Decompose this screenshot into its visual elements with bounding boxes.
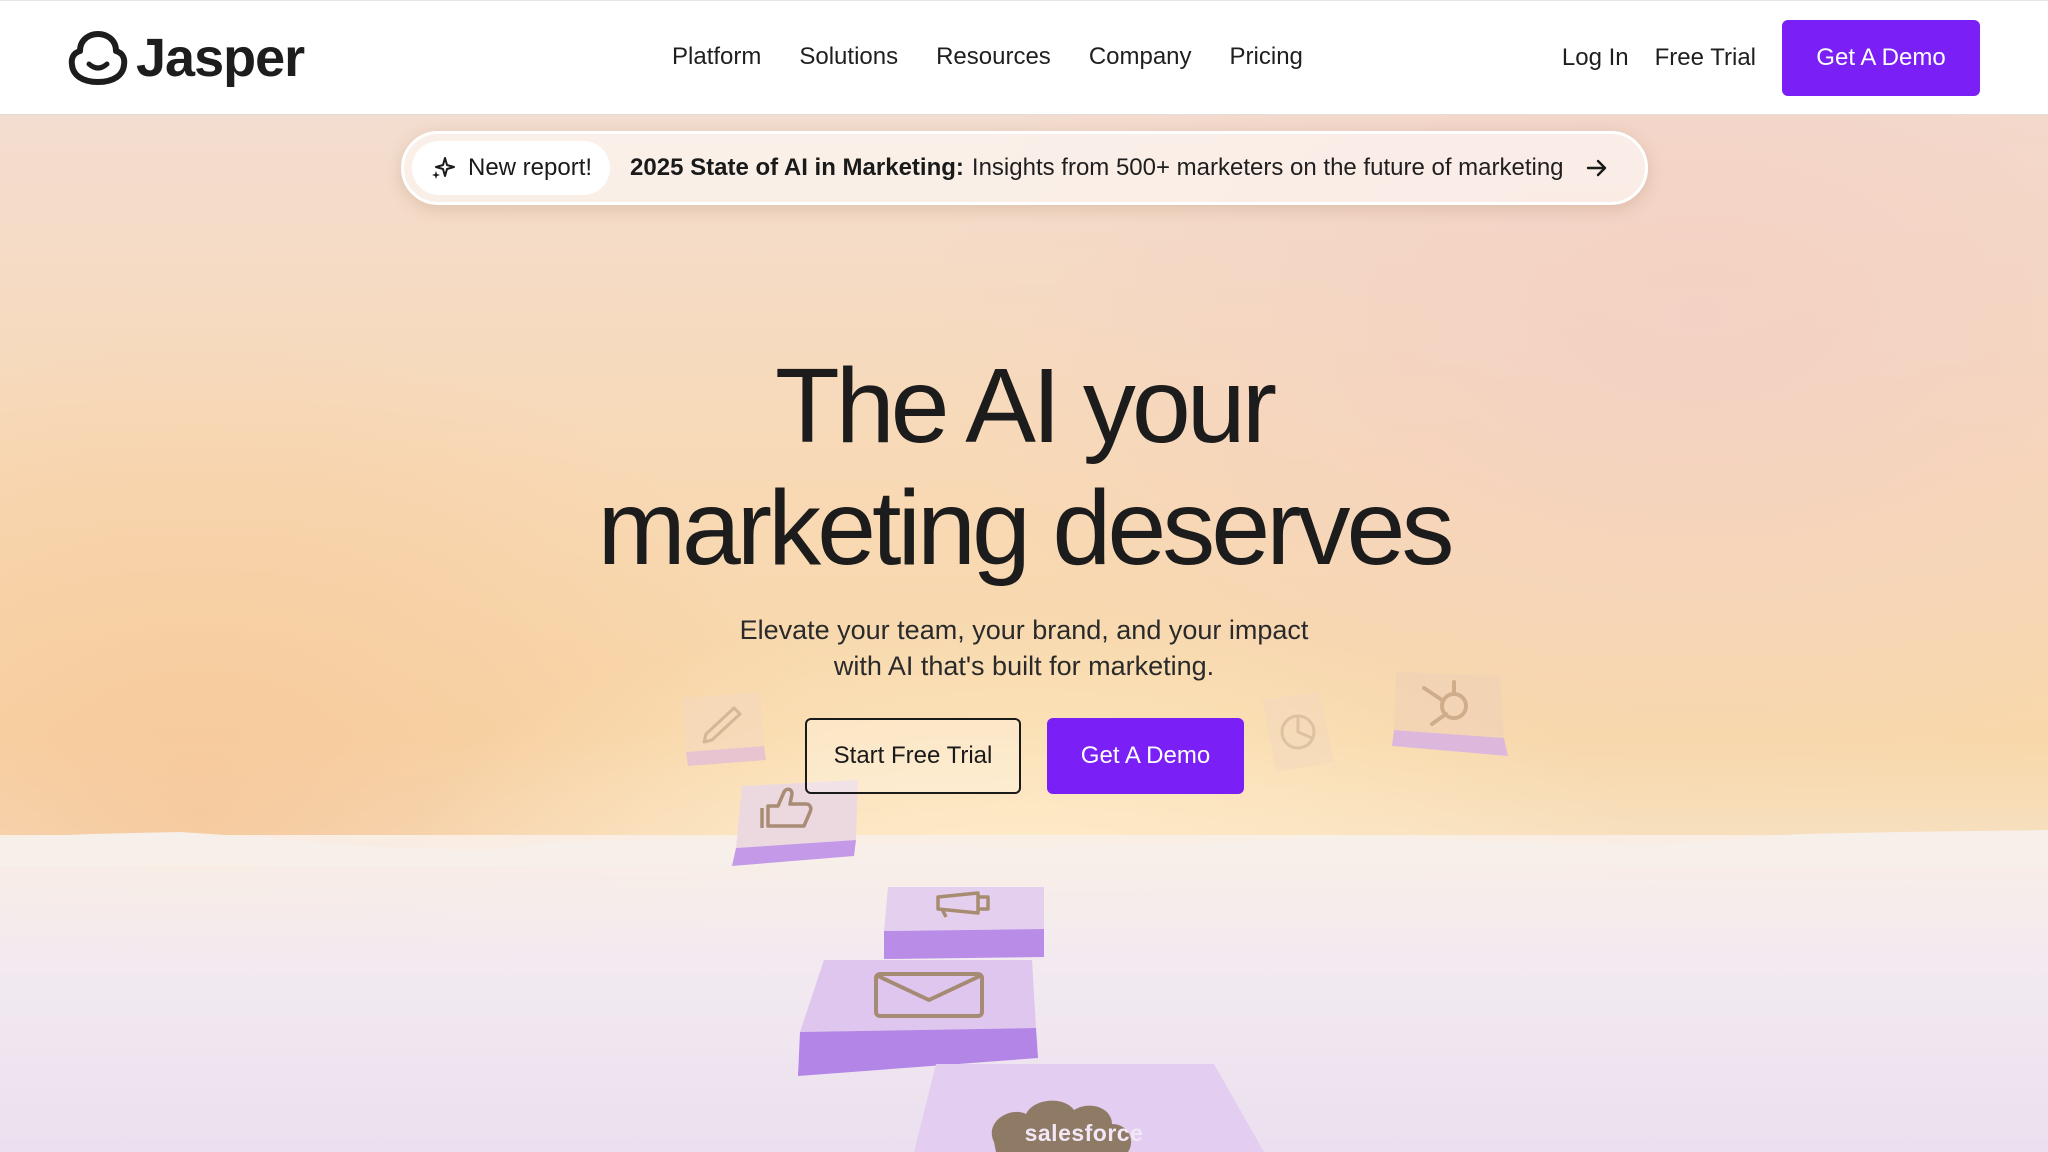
get-demo-button-nav[interactable]: Get A Demo — [1782, 20, 1980, 96]
sparkle-icon — [432, 157, 455, 179]
jasper-logo[interactable]: Jasper — [68, 28, 305, 88]
top-navigation: Jasper Platform Solutions Resources Comp… — [0, 0, 2048, 115]
hero-cta-row: Start Free Trial Get A Demo — [805, 718, 1244, 794]
hero-subheadline: Elevate your team, your brand, and your … — [0, 612, 2048, 684]
envelope-tile — [796, 958, 1040, 1076]
pencil-icon — [682, 692, 766, 766]
login-link[interactable]: Log In — [1562, 44, 1629, 72]
nav-pricing[interactable]: Pricing — [1230, 43, 1303, 71]
pie-chart-tile — [1260, 690, 1336, 776]
headline-line-1: The AI your — [774, 347, 1277, 465]
brand-name: Jasper — [136, 28, 305, 88]
banner-pill: New report! — [412, 141, 611, 195]
nav-platform[interactable]: Platform — [672, 43, 761, 71]
floor-edge-decoration — [0, 830, 2048, 866]
main-menu: Platform Solutions Resources Company Pri… — [672, 37, 1303, 77]
arrow-right-icon — [1586, 159, 1606, 177]
hero-headline: The AI your marketing deserves — [0, 345, 2048, 589]
nav-company[interactable]: Company — [1089, 43, 1192, 71]
banner-description: Insights from 500+ marketers on the futu… — [971, 154, 1564, 181]
free-trial-link[interactable]: Free Trial — [1655, 44, 1756, 72]
nav-resources[interactable]: Resources — [936, 43, 1051, 71]
jasper-face-icon — [68, 31, 128, 85]
banner-title: 2025 State of AI in Marketing: — [630, 154, 964, 181]
nav-solutions[interactable]: Solutions — [799, 43, 898, 71]
subheadline-line-1: Elevate your team, your brand, and your … — [739, 615, 1309, 645]
pencil-tile — [676, 690, 768, 766]
megaphone-tile — [882, 885, 1046, 959]
banner-pill-label: New report! — [468, 154, 593, 181]
start-free-trial-button[interactable]: Start Free Trial — [805, 718, 1021, 794]
envelope-icon — [798, 960, 1038, 1076]
headline-line-2: marketing deserves — [597, 469, 1455, 587]
nav-actions: Log In Free Trial Get A Demo — [1562, 20, 1980, 96]
get-demo-button-hero[interactable]: Get A Demo — [1047, 718, 1244, 794]
salesforce-label: salesforce — [1024, 1120, 1144, 1146]
subheadline-line-2: with AI that's built for marketing. — [833, 651, 1215, 681]
report-banner[interactable]: New report! 2025 State of AI in Marketin… — [401, 131, 1648, 205]
megaphone-icon — [884, 887, 1044, 959]
pie-chart-icon — [1262, 692, 1334, 772]
